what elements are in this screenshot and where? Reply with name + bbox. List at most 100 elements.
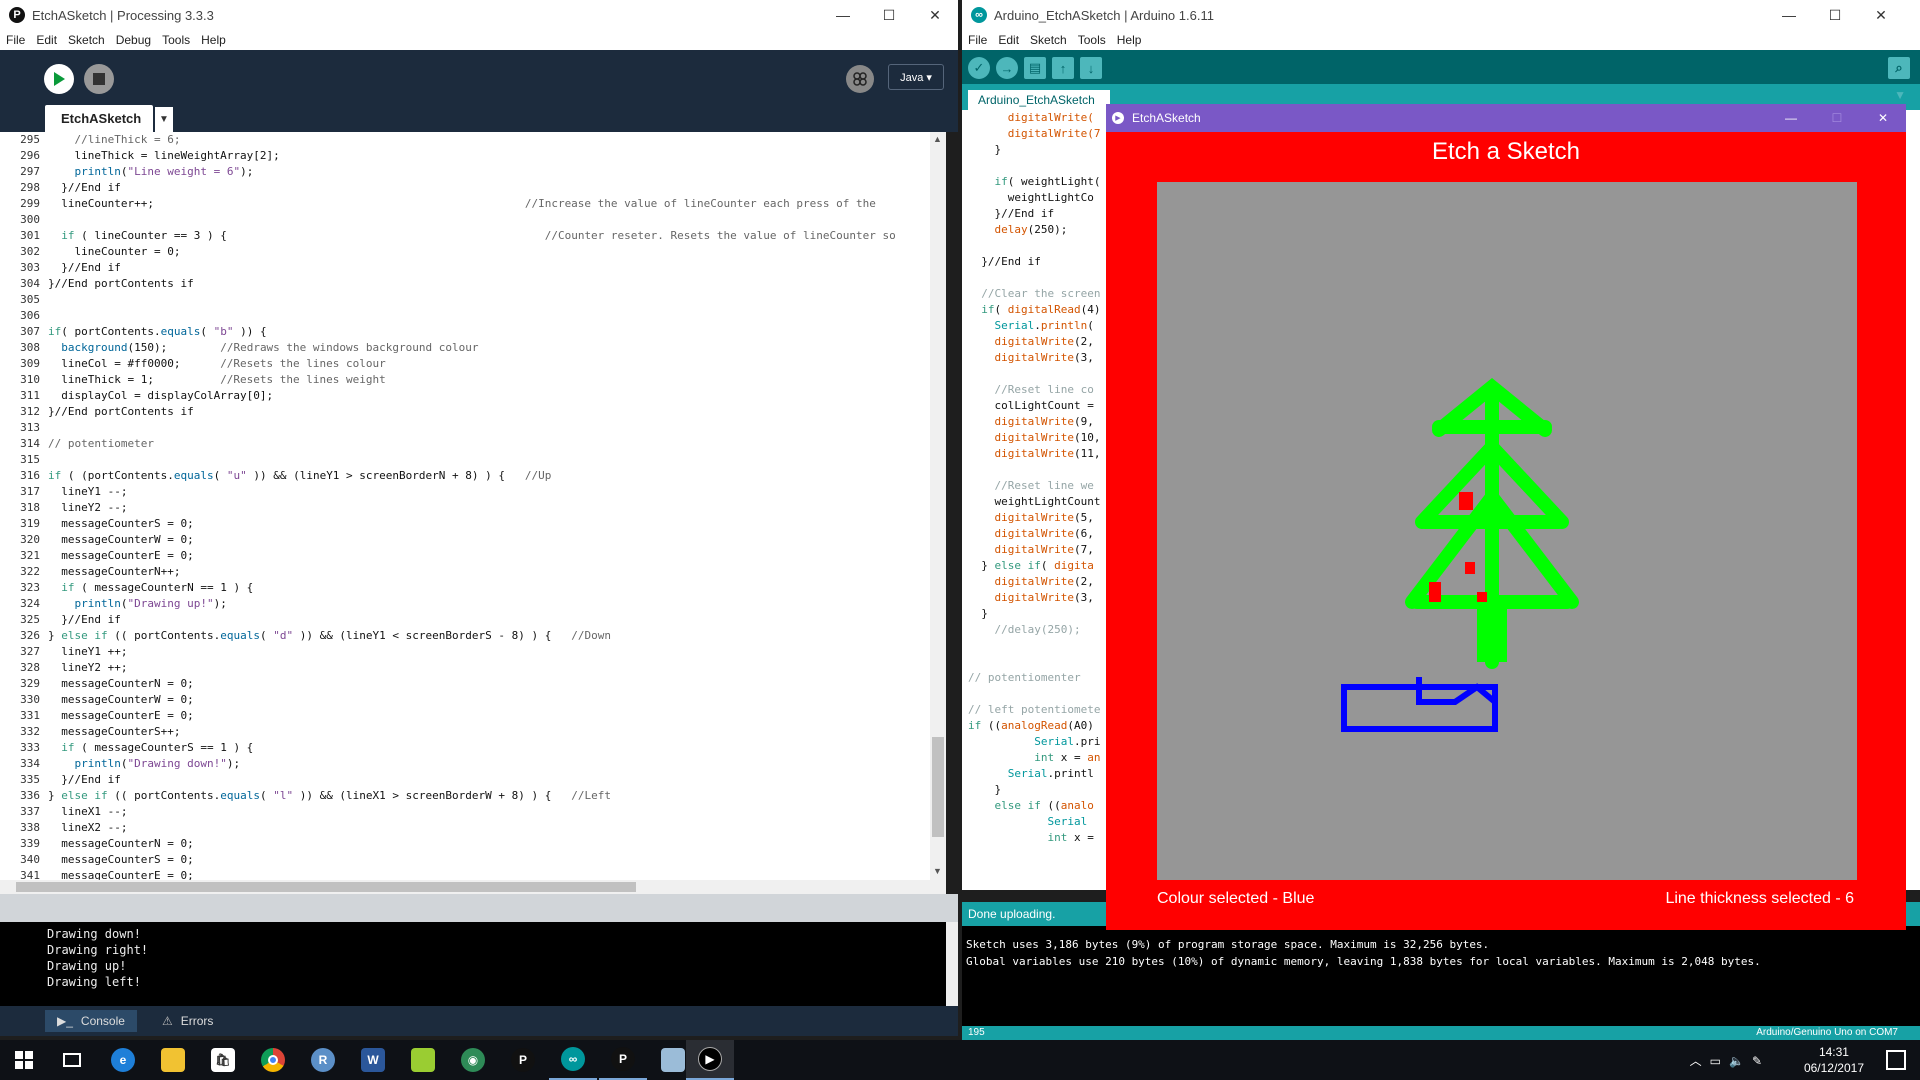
minimize-button[interactable]: — [1766, 0, 1812, 30]
menu-help[interactable]: Help [201, 33, 226, 47]
code-line[interactable]: } else if (( portContents.equals( "d" ))… [44, 628, 930, 644]
code-line[interactable]: colLightCount = [968, 398, 1112, 414]
tab-menu-arrow-icon[interactable]: ▼ [1894, 88, 1906, 102]
edge-icon[interactable]: e [99, 1040, 147, 1080]
console-scrollbar[interactable] [946, 922, 958, 1006]
close-button[interactable]: ✕ [1860, 104, 1906, 132]
serial-monitor-button[interactable]: ⌕ [1888, 57, 1910, 79]
chrome-icon[interactable] [249, 1040, 297, 1080]
tab-console[interactable]: ▶_ Console [45, 1010, 137, 1032]
code-line[interactable]: messageCounterN++; [44, 564, 930, 580]
code-line[interactable]: if( weightLight( [968, 174, 1112, 190]
code-line[interactable]: } [968, 606, 1112, 622]
code-line[interactable]: if ( (portContents.equals( "u" )) && (li… [44, 468, 930, 484]
close-button[interactable]: ✕ [912, 0, 958, 30]
code-line[interactable] [968, 686, 1112, 702]
code-line[interactable]: background(150); //Redraws the windows b… [44, 340, 930, 356]
scroll-up-icon[interactable]: ▲ [933, 134, 942, 144]
clock[interactable]: 14:31 06/12/2017 [1804, 1044, 1864, 1076]
tab-menu-arrow[interactable]: ▼ [155, 107, 173, 132]
minimize-button[interactable]: — [1768, 104, 1814, 132]
code-line[interactable]: messageCounterW = 0; [44, 532, 930, 548]
code-line[interactable]: digitalWrite(11, [968, 446, 1112, 462]
code-line[interactable]: } else if (( portContents.equals( "l" ))… [44, 788, 930, 804]
word-icon[interactable]: W [349, 1040, 397, 1080]
volume-icon[interactable]: 🔈 [1729, 1054, 1752, 1068]
code-line[interactable]: lineCol = #ff0000; //Resets the lines co… [44, 356, 930, 372]
arduino-title-bar[interactable]: ∞ Arduino_EtchASketch | Arduino 1.6.11 —… [962, 0, 1920, 30]
code-line[interactable]: }//End portContents if [44, 404, 930, 420]
notifications-icon[interactable] [1886, 1050, 1906, 1070]
code-line[interactable]: } [968, 142, 1112, 158]
code-line[interactable]: messageCounterS = 0; [44, 516, 930, 532]
code-line[interactable]: int x = [968, 830, 1112, 846]
code-line[interactable]: println("Line weight = 6"); [44, 164, 930, 180]
chevron-up-icon[interactable]: ︿ [1690, 1054, 1710, 1068]
code-line[interactable]: digitalWrite(9, [968, 414, 1112, 430]
code-line[interactable]: lineThick = 1; //Resets the lines weight [44, 372, 930, 388]
code-line[interactable]: // left potentiomete [968, 702, 1112, 718]
code-line[interactable]: println("Drawing up!"); [44, 596, 930, 612]
maximize-button[interactable]: ☐ [1814, 104, 1860, 132]
scroll-thumb[interactable] [932, 737, 944, 837]
new-button[interactable]: ▤ [1024, 57, 1046, 79]
code-line[interactable]: else if ((analo [968, 798, 1112, 814]
code-line[interactable]: } else if( digita [968, 558, 1112, 574]
code-line[interactable]: //Clear the screen [968, 286, 1112, 302]
code-line[interactable] [968, 366, 1112, 382]
code-line[interactable]: digitalWrite(10, [968, 430, 1112, 446]
maximize-button[interactable]: ☐ [1812, 0, 1858, 30]
processing-icon[interactable]: P [599, 1040, 647, 1080]
code-line[interactable] [968, 158, 1112, 174]
minimize-button[interactable]: — [820, 0, 866, 30]
close-button[interactable]: ✕ [1858, 0, 1904, 30]
code-line[interactable]: digitalWrite(6, [968, 526, 1112, 542]
code-line[interactable]: if ( messageCounterN == 1 ) { [44, 580, 930, 596]
code-line[interactable]: messageCounterE = 0; [44, 708, 930, 724]
menu-edit[interactable]: Edit [998, 33, 1019, 47]
code-line[interactable]: // potentiometer [44, 436, 930, 452]
code-line[interactable] [968, 462, 1112, 478]
code-line[interactable]: messageCounterS++; [44, 724, 930, 740]
code-line[interactable] [44, 308, 930, 324]
code-line[interactable]: Serial.println( [968, 318, 1112, 334]
code-line[interactable]: Serial [968, 814, 1112, 830]
run-button[interactable] [44, 64, 74, 94]
code-line[interactable]: messageCounterW = 0; [44, 692, 930, 708]
code-line[interactable]: } [968, 782, 1112, 798]
code-line[interactable]: }//End if [44, 772, 930, 788]
code-line[interactable]: messageCounterN = 0; [44, 836, 930, 852]
menu-sketch[interactable]: Sketch [68, 33, 105, 47]
code-line[interactable]: lineY2 ++; [44, 660, 930, 676]
code-line[interactable]: //Reset line co [968, 382, 1112, 398]
processing-icon[interactable]: P [499, 1040, 547, 1080]
code-line[interactable]: digitalWrite(3, [968, 590, 1112, 606]
code-line[interactable]: Serial.printl [968, 766, 1112, 782]
notepad-icon[interactable] [399, 1040, 447, 1080]
arduino-icon[interactable]: ∞ [549, 1040, 597, 1080]
upload-button[interactable]: → [996, 57, 1018, 79]
media-player-icon[interactable]: ▶ [686, 1040, 734, 1080]
code-line[interactable]: }//End portContents if [44, 276, 930, 292]
code-line[interactable]: if ( messageCounterS == 1 ) { [44, 740, 930, 756]
code-line[interactable]: digitalWrite(2, [968, 574, 1112, 590]
code-line[interactable]: lineCounter++; //Increase the value of l… [44, 196, 930, 212]
code-line[interactable]: weightLightCount [968, 494, 1112, 510]
code-line[interactable]: digitalWrite(2, [968, 334, 1112, 350]
menu-edit[interactable]: Edit [36, 33, 57, 47]
code-line[interactable] [44, 420, 930, 436]
code-line[interactable]: Serial.pri [968, 734, 1112, 750]
code-line[interactable]: messageCounterN = 0; [44, 676, 930, 692]
code-line[interactable] [44, 292, 930, 308]
task-view-icon[interactable] [48, 1040, 96, 1080]
code-line[interactable]: weightLightCo [968, 190, 1112, 206]
code-line[interactable]: if( digitalRead(4) [968, 302, 1112, 318]
tab-etchasketch[interactable]: EtchASketch [45, 105, 153, 132]
code-line[interactable]: //lineThick = 6; [44, 132, 930, 148]
windows-start-icon[interactable] [0, 1040, 48, 1080]
menu-file[interactable]: File [968, 33, 987, 47]
save-button[interactable]: ↓ [1080, 57, 1102, 79]
menu-sketch[interactable]: Sketch [1030, 33, 1067, 47]
code-line[interactable]: lineY1 ++; [44, 644, 930, 660]
horizontal-scrollbar[interactable] [0, 880, 946, 894]
